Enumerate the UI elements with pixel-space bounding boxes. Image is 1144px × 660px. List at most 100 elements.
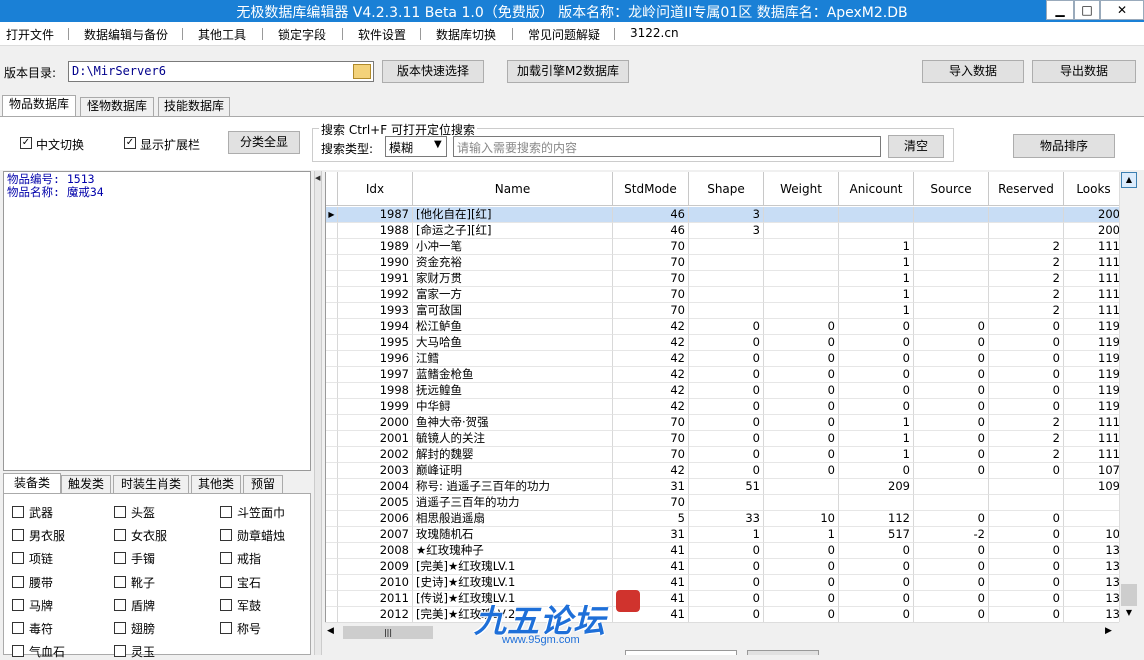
row-indicator[interactable] — [326, 287, 338, 303]
row-idx[interactable]: 1987 — [338, 207, 413, 223]
row-name[interactable]: 解封的魏婴 — [413, 447, 613, 463]
row-cell[interactable]: 119 — [1064, 319, 1119, 335]
row-cell[interactable]: 0 — [989, 335, 1064, 351]
row-cell[interactable]: 41 — [613, 543, 689, 559]
row-cell[interactable]: 0 — [764, 543, 839, 559]
row-cell[interactable]: 31 — [613, 527, 689, 543]
clear-button[interactable]: 清空 — [888, 135, 944, 158]
row-idx[interactable]: 1993 — [338, 303, 413, 319]
menu-settings[interactable]: 软件设置 — [358, 26, 406, 43]
row-cell[interactable] — [689, 271, 764, 287]
row-idx[interactable]: 1995 — [338, 335, 413, 351]
tab-monster-db[interactable]: 怪物数据库 — [80, 97, 154, 116]
row-cell[interactable] — [764, 255, 839, 271]
row-cell[interactable]: 1 — [839, 255, 914, 271]
row-cell[interactable]: 111 — [1064, 271, 1119, 287]
row-cell[interactable] — [764, 239, 839, 255]
row-cell[interactable]: 13 — [1064, 543, 1119, 559]
import-button[interactable]: 导入数据 — [922, 60, 1024, 83]
row-name[interactable]: ★红玫瑰种子 — [413, 543, 613, 559]
row-cell[interactable]: 70 — [613, 495, 689, 511]
row-cell[interactable]: 0 — [914, 511, 989, 527]
category-checkbox[interactable] — [114, 506, 126, 518]
vertical-scrollbar[interactable]: ▲ ▼ — [1119, 172, 1137, 622]
row-cell[interactable]: 5 — [613, 511, 689, 527]
row-cell[interactable]: 0 — [989, 607, 1064, 622]
row-idx[interactable]: 2011 — [338, 591, 413, 607]
row-cell[interactable]: 0 — [914, 367, 989, 383]
row-indicator[interactable] — [326, 399, 338, 415]
row-name[interactable]: 相思般逍遥扇 — [413, 511, 613, 527]
row-cell[interactable]: 0 — [839, 543, 914, 559]
scroll-thumb[interactable] — [1121, 584, 1137, 606]
row-cell[interactable]: 111 — [1064, 239, 1119, 255]
row-cell[interactable]: 42 — [613, 335, 689, 351]
row-cell[interactable]: 46 — [613, 223, 689, 239]
row-cell[interactable]: 0 — [839, 367, 914, 383]
row-name[interactable]: [传说]★红玫瑰LV.1 — [413, 591, 613, 607]
row-indicator[interactable] — [326, 527, 338, 543]
row-cell[interactable]: 0 — [689, 383, 764, 399]
item-grid[interactable]: Idx Name StdMode Shape Weight Anicount Source R… — [325, 172, 1119, 622]
row-cell[interactable]: 0 — [914, 607, 989, 622]
row-cell[interactable]: 0 — [914, 463, 989, 479]
row-cell[interactable]: 107 — [1064, 463, 1119, 479]
menu-faq[interactable]: 常见问题解疑 — [528, 26, 600, 43]
row-name[interactable]: [完美]★红玫瑰LV.1 — [413, 559, 613, 575]
row-cell[interactable]: 42 — [613, 383, 689, 399]
row-cell[interactable]: 0 — [764, 607, 839, 622]
row-cell[interactable] — [914, 271, 989, 287]
category-checkbox[interactable] — [12, 622, 24, 634]
row-cell[interactable]: 0 — [839, 591, 914, 607]
row-cell[interactable]: 0 — [989, 319, 1064, 335]
row-cell[interactable]: 70 — [613, 415, 689, 431]
row-cell[interactable]: 1 — [764, 527, 839, 543]
category-checkbox[interactable] — [114, 598, 126, 611]
row-idx[interactable]: 1997 — [338, 367, 413, 383]
row-cell[interactable]: 119 — [1064, 383, 1119, 399]
row-name[interactable]: [命运之子][红] — [413, 223, 613, 239]
row-cell[interactable]: 0 — [914, 335, 989, 351]
row-idx[interactable]: 2000 — [338, 415, 413, 431]
scroll-right-icon[interactable]: ▶ — [1105, 626, 1112, 636]
row-cell[interactable]: 0 — [689, 335, 764, 351]
row-cell[interactable]: 0 — [839, 383, 914, 399]
column-header[interactable]: Weight — [764, 172, 839, 206]
menu-db-switch[interactable]: 数据库切换 — [436, 26, 496, 43]
row-cell[interactable]: 41 — [613, 591, 689, 607]
row-name[interactable]: 称号: 逍遥子三百年的功力 — [413, 479, 613, 495]
row-cell[interactable]: 1 — [839, 415, 914, 431]
quick-select-button[interactable]: 版本快速选择 — [382, 60, 484, 83]
row-idx[interactable]: 1991 — [338, 271, 413, 287]
row-indicator[interactable] — [326, 383, 338, 399]
cat-tab-trigger[interactable]: 触发类 — [61, 475, 111, 493]
category-checkbox[interactable] — [12, 598, 24, 611]
row-cell[interactable]: 0 — [764, 591, 839, 607]
row-cell[interactable]: 0 — [914, 319, 989, 335]
row-cell[interactable]: 0 — [839, 335, 914, 351]
row-cell[interactable]: 209 — [839, 479, 914, 495]
row-idx[interactable]: 2003 — [338, 463, 413, 479]
row-cell[interactable]: 0 — [914, 559, 989, 575]
hscroll-thumb[interactable]: ||| — [343, 626, 433, 639]
category-checkbox[interactable] — [114, 622, 126, 634]
row-cell[interactable]: 0 — [989, 399, 1064, 415]
row-cell[interactable]: 70 — [613, 271, 689, 287]
row-cell[interactable]: 0 — [764, 319, 839, 335]
row-cell[interactable] — [1064, 511, 1119, 527]
cat-tab-equipment[interactable]: 装备类 — [3, 473, 61, 493]
row-cell[interactable] — [989, 479, 1064, 495]
row-cell[interactable]: 0 — [764, 415, 839, 431]
column-header[interactable]: Idx — [338, 172, 413, 206]
row-cell[interactable]: 10 — [1064, 527, 1119, 543]
folder-icon[interactable] — [353, 64, 371, 79]
show-ext-checkbox[interactable]: ✓ — [124, 137, 136, 149]
row-idx[interactable]: 2002 — [338, 447, 413, 463]
row-name[interactable]: 逍遥子三百年的功力 — [413, 495, 613, 511]
category-checkbox[interactable] — [220, 622, 232, 634]
row-name[interactable]: 江鳕 — [413, 351, 613, 367]
row-cell[interactable]: 0 — [839, 575, 914, 591]
row-cell[interactable]: 0 — [689, 591, 764, 607]
category-checkbox[interactable] — [220, 529, 232, 542]
row-cell[interactable]: 111 — [1064, 287, 1119, 303]
